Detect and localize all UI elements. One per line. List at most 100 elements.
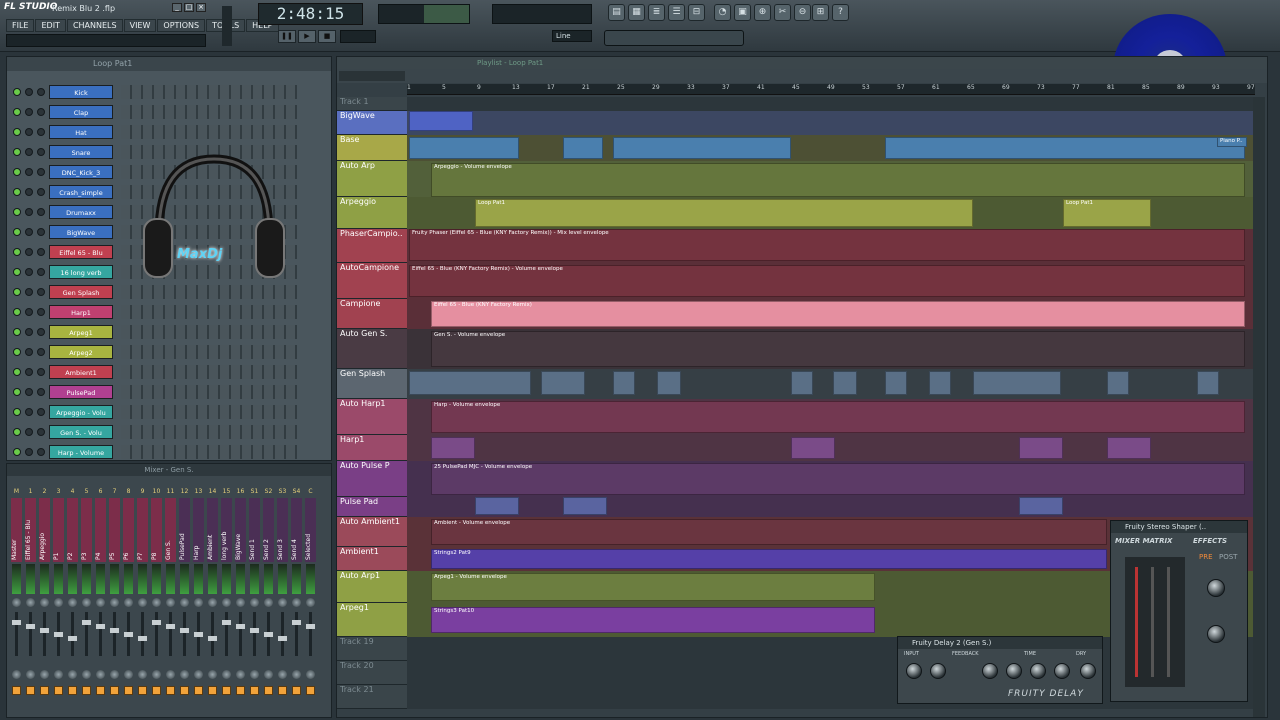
volume-knob[interactable]: [37, 268, 45, 276]
mixer-track[interactable]: 9 P7: [137, 480, 148, 710]
channel-led[interactable]: [13, 148, 21, 156]
pan-knob[interactable]: [26, 598, 35, 607]
volume-knob[interactable]: [37, 248, 45, 256]
harp-clip[interactable]: [1019, 437, 1063, 459]
gen-splash-clip[interactable]: [973, 371, 1061, 395]
menu-file[interactable]: FILE: [6, 19, 35, 32]
pan-knob[interactable]: [25, 208, 33, 216]
pan-knob[interactable]: [25, 248, 33, 256]
fx-button[interactable]: [222, 686, 231, 695]
gen-splash-clip[interactable]: [885, 371, 907, 395]
gen-splash-clip[interactable]: [613, 371, 635, 395]
track-header[interactable]: Arpeggio: [337, 197, 407, 229]
channel-led[interactable]: [13, 348, 21, 356]
mixer-track[interactable]: 14 Ambient: [207, 480, 218, 710]
mixer-track[interactable]: S2 Send 2: [263, 480, 274, 710]
automation-clip[interactable]: Arpeg1 - Volume envelope: [431, 573, 875, 601]
fader-cap[interactable]: [166, 624, 175, 629]
tool-dropdown[interactable]: [604, 30, 744, 46]
fader-cap[interactable]: [292, 620, 301, 625]
input-knob[interactable]: [906, 663, 922, 679]
volume-fader[interactable]: [295, 612, 298, 656]
fx-button[interactable]: [124, 686, 133, 695]
volume-fader[interactable]: [43, 612, 46, 656]
playlist-toolbar[interactable]: [339, 71, 405, 81]
clipboard-icon[interactable]: ⊞: [812, 4, 829, 21]
mixer-track[interactable]: S4 Send 4: [291, 480, 302, 710]
track-lane[interactable]: [407, 97, 1255, 111]
gen-splash-clip[interactable]: [541, 371, 585, 395]
channel-row[interactable]: Harp - Volume: [7, 443, 331, 461]
base-clip[interactable]: [563, 137, 603, 159]
pan-knob[interactable]: [54, 598, 63, 607]
step-grid[interactable]: [121, 345, 297, 359]
eq-knob[interactable]: [292, 670, 301, 679]
fader-cap[interactable]: [68, 636, 77, 641]
track-header[interactable]: PhaserCampio..: [337, 229, 407, 263]
pan-knob[interactable]: [194, 598, 203, 607]
pan-knob[interactable]: [25, 348, 33, 356]
pan-knob[interactable]: [25, 88, 33, 96]
track-header[interactable]: Campione: [337, 299, 407, 329]
cutoff-knob[interactable]: [1006, 663, 1022, 679]
audio-clip[interactable]: Eiffel 65 - Blue (KNY Factory Remix): [431, 301, 1245, 327]
help-icon[interactable]: ?: [832, 4, 849, 21]
mixer-track[interactable]: 16 BigWave: [235, 480, 246, 710]
gen-splash-clip[interactable]: [791, 371, 813, 395]
eq-knob[interactable]: [208, 670, 217, 679]
channel-led[interactable]: [13, 368, 21, 376]
eq-knob[interactable]: [250, 670, 259, 679]
track-header[interactable]: Pulse Pad: [337, 497, 407, 517]
harp-clip[interactable]: [1107, 437, 1151, 459]
volume-fader[interactable]: [29, 612, 32, 656]
stepseq-icon[interactable]: ▦: [628, 4, 645, 21]
fx-button[interactable]: [54, 686, 63, 695]
pattern-clip[interactable]: Strings2 Pat9: [431, 549, 1107, 569]
channel-row[interactable]: Arpeggio - Volu: [7, 403, 331, 421]
automation-clip[interactable]: Fruity Phaser (Eiffel 65 - Blue (KNY Fac…: [409, 229, 1245, 261]
volume-fader[interactable]: [155, 612, 158, 656]
channel-name[interactable]: BigWave: [49, 225, 113, 239]
volume-fader[interactable]: [225, 612, 228, 656]
mixer-track[interactable]: 11 Gen S.: [165, 480, 176, 710]
close-icon[interactable]: ×: [196, 3, 206, 12]
menu-channels[interactable]: CHANNELS: [66, 19, 123, 32]
channel-name[interactable]: Harp - Volume: [49, 445, 113, 459]
mixer-track[interactable]: 6 P4: [95, 480, 106, 710]
volume-fader[interactable]: [239, 612, 242, 656]
stereo-knob[interactable]: [1054, 663, 1070, 679]
volume-knob[interactable]: [37, 448, 45, 456]
mixer-track[interactable]: 5 P3: [81, 480, 92, 710]
channel-led[interactable]: [13, 88, 21, 96]
channel-row[interactable]: PulsePad: [7, 383, 331, 401]
base-clip[interactable]: [613, 137, 791, 159]
volume-fader[interactable]: [253, 612, 256, 656]
maximize-icon[interactable]: □: [184, 3, 194, 12]
base-clip[interactable]: [885, 137, 1245, 159]
pan-knob[interactable]: [930, 663, 946, 679]
gen-splash-clip[interactable]: [929, 371, 951, 395]
track-header[interactable]: Track 21: [337, 685, 407, 709]
channel-led[interactable]: [13, 328, 21, 336]
channel-name[interactable]: Gen Splash: [49, 285, 113, 299]
track-header[interactable]: Track 19: [337, 637, 407, 661]
channel-led[interactable]: [13, 228, 21, 236]
channel-row[interactable]: Arpeg2: [7, 343, 331, 361]
fx-button[interactable]: [68, 686, 77, 695]
pan-knob[interactable]: [96, 598, 105, 607]
mixer-track[interactable]: 2 Arpeggio: [39, 480, 50, 710]
volume-knob[interactable]: [37, 348, 45, 356]
channel-name[interactable]: Crash_simple: [49, 185, 113, 199]
step-grid[interactable]: [121, 105, 297, 119]
mixer-track[interactable]: 13 Harp: [193, 480, 204, 710]
channel-name[interactable]: PulsePad: [49, 385, 113, 399]
menu-view[interactable]: VIEW: [123, 19, 157, 32]
fx-button[interactable]: [166, 686, 175, 695]
channel-led[interactable]: [13, 128, 21, 136]
pan-knob[interactable]: [25, 328, 33, 336]
channel-led[interactable]: [13, 268, 21, 276]
mixer-track[interactable]: 12 PulsePad: [179, 480, 190, 710]
step-grid[interactable]: [121, 385, 297, 399]
fx-button[interactable]: [12, 686, 21, 695]
fx-button[interactable]: [26, 686, 35, 695]
